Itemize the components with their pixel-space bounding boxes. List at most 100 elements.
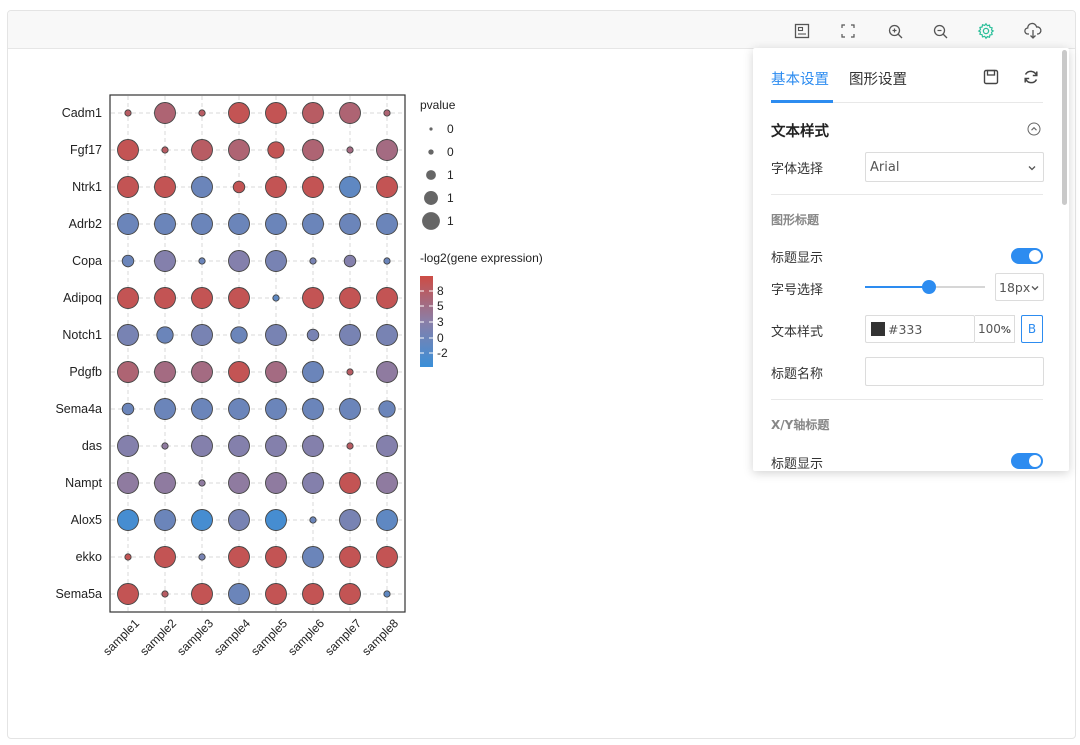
- data-point: [376, 139, 398, 161]
- data-point: [154, 361, 176, 383]
- data-point: [154, 213, 176, 235]
- divider: [771, 194, 1043, 195]
- y-tick-label: Sema5a: [55, 587, 102, 601]
- y-tick-label: Notch1: [62, 328, 102, 342]
- font-size-select[interactable]: 18px: [995, 273, 1044, 301]
- data-point: [302, 102, 324, 124]
- color-legend-label: -2: [437, 346, 448, 360]
- data-point: [302, 398, 324, 420]
- data-point: [117, 472, 139, 494]
- size-legend-label: 0: [447, 145, 454, 159]
- y-tick-label: Adipoq: [63, 291, 102, 305]
- title-name-label: 标题名称: [771, 367, 824, 382]
- bold-button[interactable]: B: [1021, 315, 1043, 343]
- data-point: [302, 546, 324, 568]
- data-point: [265, 435, 287, 457]
- data-point: [339, 546, 361, 568]
- data-point: [376, 472, 398, 494]
- data-point: [191, 139, 213, 161]
- title-name-input[interactable]: [865, 357, 1044, 386]
- data-point: [117, 139, 139, 161]
- x-tick-label: sample2: [137, 616, 179, 658]
- data-point: [198, 553, 206, 561]
- data-point: [198, 257, 206, 265]
- collapse-icon[interactable]: [1027, 121, 1041, 136]
- y-tick-label: Ntrk1: [72, 180, 102, 194]
- data-point: [191, 398, 213, 420]
- y-tick-label: Pdgfb: [69, 365, 102, 379]
- data-point: [191, 435, 213, 457]
- slider-handle[interactable]: [921, 280, 936, 294]
- size-legend-dot: [424, 191, 438, 205]
- data-point: [267, 141, 285, 159]
- title-show-toggle[interactable]: [1011, 248, 1043, 264]
- data-point: [265, 398, 287, 420]
- size-legend-label: 1: [447, 168, 454, 182]
- data-point: [191, 509, 213, 531]
- data-point: [339, 472, 361, 494]
- size-legend-dot: [426, 170, 436, 180]
- x-tick-label: sample4: [211, 616, 253, 658]
- data-point: [265, 472, 287, 494]
- scrollbar-thumb[interactable]: [1062, 50, 1067, 205]
- color-legend-label: 3: [437, 315, 444, 329]
- size-legend-title: pvalue: [420, 98, 456, 112]
- opacity-input[interactable]: 100%: [975, 315, 1015, 343]
- data-point: [154, 176, 176, 198]
- y-tick-label: Adrb2: [69, 217, 102, 231]
- settings-tabs: 基本设置 图形设置: [771, 48, 1043, 103]
- data-point: [378, 400, 396, 418]
- data-point: [191, 324, 213, 346]
- data-point: [265, 250, 287, 272]
- data-point: [265, 324, 287, 346]
- data-point: [339, 287, 361, 309]
- refresh-icon[interactable]: [1022, 68, 1040, 86]
- panel-scrollbar[interactable]: [1060, 48, 1069, 471]
- data-point: [265, 213, 287, 235]
- color-legend-label: 0: [437, 331, 444, 345]
- data-point: [346, 442, 354, 450]
- data-point: [228, 102, 250, 124]
- x-tick-label: sample8: [359, 616, 401, 658]
- data-point: [265, 583, 287, 605]
- chevron-down-icon: [1030, 283, 1040, 293]
- y-tick-label: das: [82, 439, 102, 453]
- y-tick-label: Copa: [72, 254, 102, 268]
- y-tick-label: Fgf17: [70, 143, 102, 157]
- data-point: [117, 176, 139, 198]
- data-point: [117, 361, 139, 383]
- tab-chart-settings[interactable]: 图形设置: [849, 68, 907, 89]
- data-point: [121, 254, 135, 268]
- color-input[interactable]: #333: [865, 315, 975, 343]
- data-point: [154, 546, 176, 568]
- x-tick-label: sample7: [322, 616, 364, 658]
- chart-title-subsection: 图形标题: [771, 213, 820, 227]
- font-select[interactable]: Arial: [865, 152, 1044, 182]
- y-tick-label: Nampt: [65, 476, 102, 490]
- axis-title-show-toggle[interactable]: [1011, 453, 1043, 469]
- data-point: [121, 402, 135, 416]
- data-point: [383, 590, 391, 598]
- data-point: [191, 213, 213, 235]
- axis-title-subsection: X/Y轴标题: [771, 418, 830, 432]
- x-tick-label: sample5: [248, 616, 290, 658]
- data-point: [191, 287, 213, 309]
- opacity-value: 100: [978, 322, 1001, 336]
- font-size-slider[interactable]: [865, 280, 985, 294]
- data-point: [376, 546, 398, 568]
- save-icon[interactable]: [982, 68, 1000, 86]
- tab-basic-settings[interactable]: 基本设置: [771, 68, 829, 89]
- data-point: [117, 583, 139, 605]
- data-point: [309, 257, 317, 265]
- data-point: [302, 213, 324, 235]
- slider-fill: [865, 286, 929, 288]
- data-point: [191, 176, 213, 198]
- color-legend-label: 5: [437, 299, 444, 313]
- data-point: [302, 472, 324, 494]
- data-point: [228, 361, 250, 383]
- data-point: [154, 250, 176, 272]
- size-legend-label: 1: [447, 191, 454, 205]
- data-point: [346, 146, 354, 154]
- font-select-value: Arial: [870, 160, 900, 175]
- data-point: [265, 176, 287, 198]
